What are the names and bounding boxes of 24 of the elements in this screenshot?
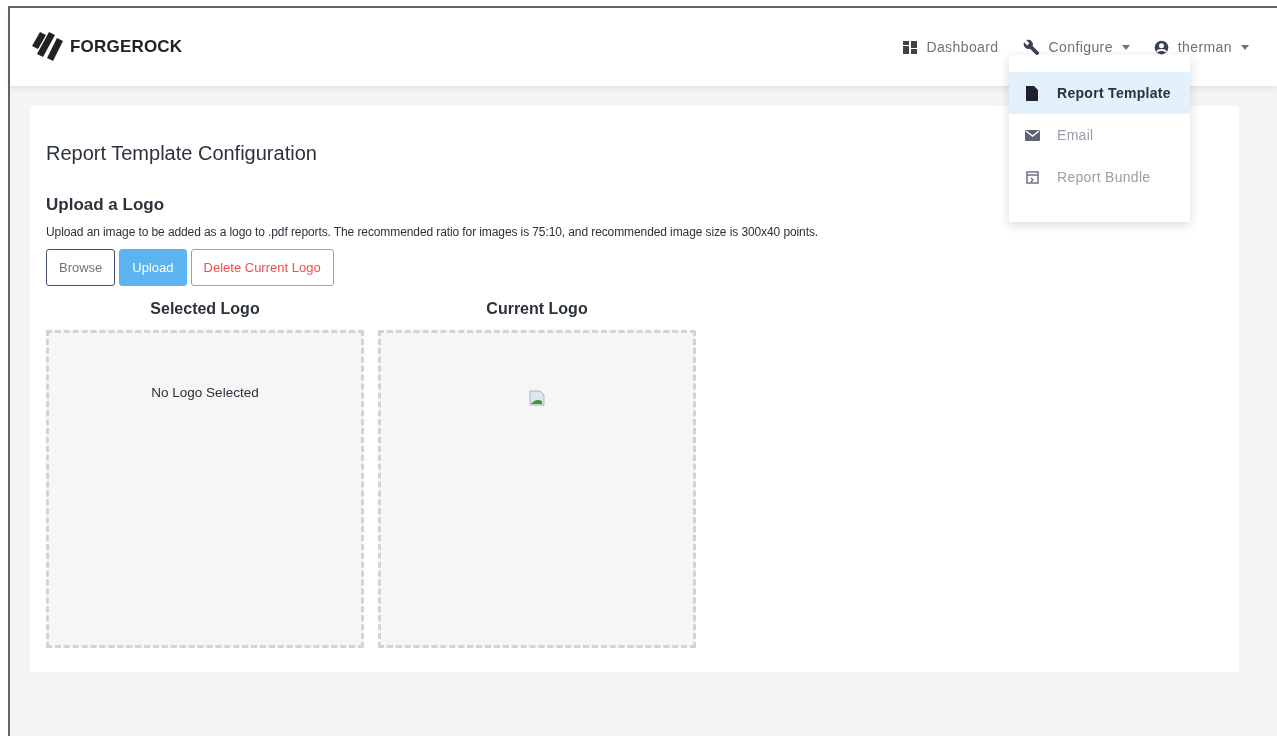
browse-button[interactable]: Browse [46, 249, 116, 286]
logo-dropzone[interactable] [378, 330, 696, 648]
menu-item[interactable]: Report Template [1009, 72, 1190, 114]
broken-image-icon [529, 390, 545, 406]
delete-button[interactable]: Delete Current Logo [190, 249, 334, 286]
placeholder-text: No Logo Selected [151, 385, 259, 402]
logo-icon [30, 30, 66, 64]
wrench-icon [1022, 38, 1040, 56]
nav-link[interactable]: Configure [1022, 38, 1130, 56]
dashboard-icon [903, 40, 918, 54]
logo-dropzone[interactable]: No Logo Selected [46, 330, 364, 648]
bundle-icon [1025, 170, 1039, 184]
menu-item[interactable]: Report Bundle [1009, 156, 1190, 198]
description-text: Upload an image to be added as a logo to .pdf reports. The recommended ratio for images is 75:10, and recommended image size is 300x40 points. [46, 225, 820, 239]
file-icon [1026, 85, 1038, 101]
nav-link[interactable]: therman [1153, 39, 1249, 55]
brand-name: FORGEROCK [70, 37, 183, 57]
panel-title: Selected Logo [150, 300, 260, 318]
menu-item[interactable]: Email [1009, 114, 1190, 156]
nav-link[interactable]: Dashboard [903, 39, 999, 55]
page-title: Report Template Configuration [46, 142, 318, 165]
section-title: Upload a Logo [46, 195, 166, 215]
envelope-icon [1024, 129, 1040, 141]
panel-title: Current Logo [486, 300, 588, 318]
